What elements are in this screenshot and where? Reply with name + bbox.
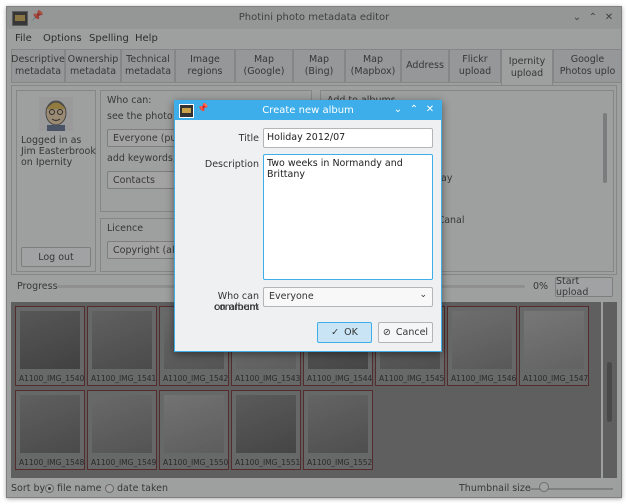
dialog-maximize-icon[interactable]: ⌃ [407, 103, 421, 117]
cancel-icon: ⊘ [382, 327, 391, 338]
who-can-comment-select[interactable]: Everyone ⌄ [263, 287, 433, 307]
create-album-dialog: 📌 Create new album ⌄ ⌃ ✕ Title Holiday 2… [174, 100, 442, 352]
cancel-button[interactable]: ⊘ Cancel [378, 322, 433, 343]
dialog-title-bar: 📌 Create new album ⌄ ⌃ ✕ [175, 101, 441, 120]
dialog-close-icon[interactable]: ✕ [423, 103, 437, 117]
title-label: Title [238, 133, 259, 144]
album-description-input[interactable]: Two weeks in Normandy and Brittany [263, 154, 433, 280]
description-label: Description [204, 159, 259, 170]
dialog-minimize-icon[interactable]: ⌄ [391, 103, 405, 117]
chevron-down-icon: ⌄ [419, 290, 427, 300]
check-icon: ✓ [331, 327, 340, 338]
who-can-comment-label-2: on album [214, 302, 259, 313]
album-title-input[interactable]: Holiday 2012/07 [263, 128, 433, 148]
ok-button[interactable]: ✓ OK [317, 322, 372, 343]
